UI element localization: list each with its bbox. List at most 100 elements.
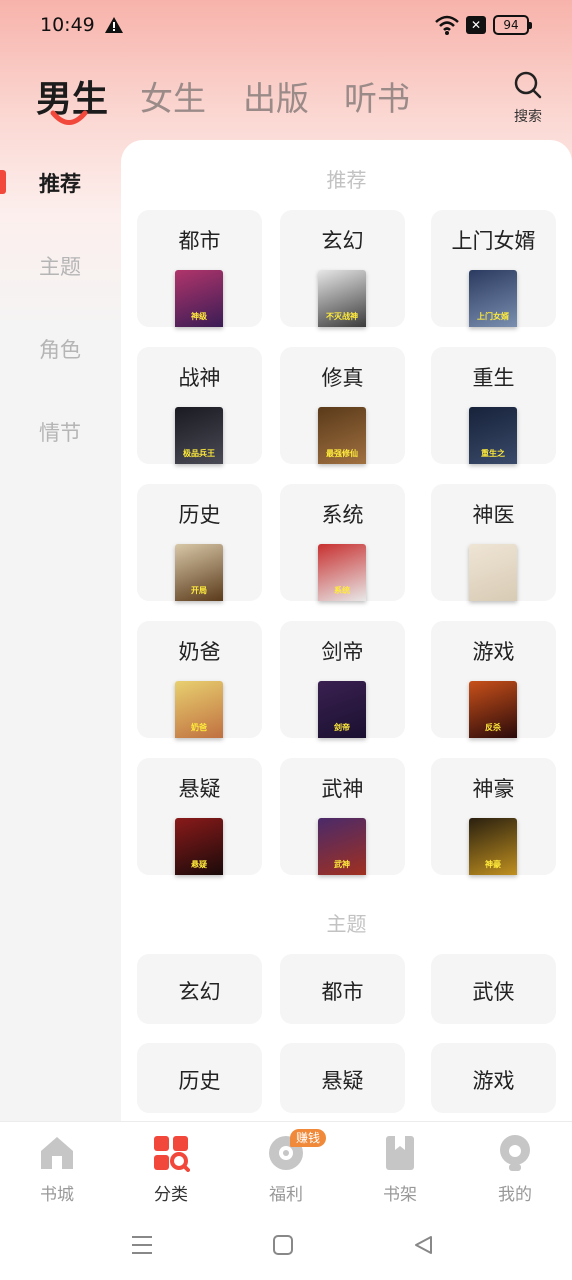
search-icon [514, 71, 542, 99]
book-cover-image: 上门女婿 [469, 270, 517, 327]
book-cover-title: 剑帝 [334, 723, 350, 732]
theme-label: 武侠 [472, 980, 515, 1004]
category-card[interactable]: 神医 [431, 484, 556, 601]
category-card[interactable]: 武神 武神 [280, 758, 405, 875]
category-label: 都市 [178, 229, 221, 253]
book-cover-image: 重生之 [469, 407, 517, 464]
sidebar-item-theme[interactable]: 主题 [0, 239, 120, 289]
bookshelf-icon [386, 1136, 414, 1170]
sidebar-item-recommend[interactable]: 推荐 [0, 156, 120, 206]
category-label: 重生 [472, 366, 515, 390]
tab-female[interactable]: 女生 [140, 72, 206, 120]
book-cover-title: 奶爸 [191, 723, 207, 732]
book-cover-title: 最强修仙 [326, 449, 358, 458]
category-label: 奶爸 [178, 640, 221, 664]
book-cover-title: 开局 [191, 586, 207, 595]
theme-card[interactable]: 武侠 [431, 954, 556, 1024]
back-icon[interactable] [412, 1234, 434, 1256]
book-cover-title: 系统 [334, 586, 350, 595]
category-label: 历史 [178, 503, 221, 527]
book-cover-image: 奶爸 [175, 681, 223, 738]
active-tab-smile-indicator [50, 110, 88, 125]
search-label: 搜索 [514, 109, 542, 125]
battery-icon: 94 [493, 15, 532, 35]
theme-card[interactable]: 历史 [137, 1043, 262, 1113]
theme-card[interactable]: 都市 [280, 954, 405, 1024]
category-panel: 推荐 都市 神级 玄幻 不灭战神 上门女婿 上门女婿 战神 极品兵王 修真 最强修仙 重生 重生之 历史… [121, 140, 572, 1130]
category-card[interactable]: 历史 开局 [137, 484, 262, 601]
tab-publish[interactable]: 出版 [243, 72, 309, 120]
menu-icon[interactable] [130, 1234, 154, 1256]
book-cover-image: 极品兵王 [175, 407, 223, 464]
book-cover-image: 神级 [175, 270, 223, 327]
theme-label: 游戏 [472, 1069, 515, 1093]
category-label: 神豪 [472, 777, 515, 801]
book-cover-image: 武神 [318, 818, 366, 875]
book-cover-title: 反杀 [485, 723, 501, 732]
profile-icon [500, 1135, 530, 1171]
nav-item-profile[interactable]: 我的 [475, 1134, 555, 1205]
book-cover-title: 极品兵王 [183, 449, 215, 458]
category-card[interactable]: 玄幻 不灭战神 [280, 210, 405, 327]
nav-label: 福利 [269, 1185, 303, 1205]
book-cover-title: 神级 [191, 312, 207, 321]
book-cover-title: 悬疑 [191, 860, 207, 869]
nav-label: 分类 [154, 1185, 188, 1205]
book-cover-title: 不灭战神 [326, 312, 358, 321]
section-title-theme: 主题 [326, 912, 367, 936]
wifi-icon [435, 15, 459, 35]
sidebar-active-marker [0, 170, 6, 194]
nav-label: 书架 [383, 1185, 417, 1205]
book-cover-title: 神豪 [485, 860, 501, 869]
nav-item-category[interactable]: 分类 [131, 1134, 211, 1205]
category-label: 修真 [321, 366, 364, 390]
theme-label: 历史 [178, 1069, 221, 1093]
search-button[interactable]: 搜索 [506, 70, 550, 126]
category-card[interactable]: 修真 最强修仙 [280, 347, 405, 464]
category-card[interactable]: 都市 神级 [137, 210, 262, 327]
sidebar-item-label: 角色 [39, 338, 81, 362]
home-square-icon[interactable] [272, 1234, 294, 1256]
category-card[interactable]: 剑帝 剑帝 [280, 621, 405, 738]
theme-card[interactable]: 悬疑 [280, 1043, 405, 1113]
status-time: 10:49 [40, 14, 95, 36]
warning-icon [105, 17, 123, 33]
welfare-badge: 赚钱 [290, 1129, 327, 1147]
sidebar-item-plot[interactable]: 情节 [0, 405, 120, 455]
book-cover-title: 武神 [334, 860, 350, 869]
book-cover-image: 神豪 [469, 818, 517, 875]
category-label: 神医 [472, 503, 515, 527]
bottom-navigation: 书城 分类 福利 赚钱 书架 我的 [0, 1121, 572, 1280]
category-label: 上门女婿 [451, 229, 536, 253]
sidebar-item-label: 情节 [39, 421, 81, 445]
theme-label: 玄幻 [178, 980, 221, 1004]
book-cover-image: 最强修仙 [318, 407, 366, 464]
status-bar: 10:49 ✕ 94 [0, 0, 572, 52]
category-label: 游戏 [472, 640, 515, 664]
book-cover-image: 悬疑 [175, 818, 223, 875]
tab-audiobook[interactable]: 听书 [344, 72, 410, 120]
theme-card[interactable]: 玄幻 [137, 954, 262, 1024]
category-card[interactable]: 系统 系统 [280, 484, 405, 601]
category-label: 武神 [321, 777, 364, 801]
sidebar-item-character[interactable]: 角色 [0, 322, 120, 372]
theme-label: 悬疑 [321, 1069, 364, 1093]
sidebar-item-label: 主题 [39, 255, 81, 279]
nav-item-bookstore[interactable]: 书城 [17, 1134, 97, 1205]
nav-item-bookshelf[interactable]: 书架 [360, 1134, 440, 1205]
category-card[interactable]: 奶爸 奶爸 [137, 621, 262, 738]
category-card[interactable]: 战神 极品兵王 [137, 347, 262, 464]
book-cover-image: 系统 [318, 544, 366, 601]
theme-card[interactable]: 游戏 [431, 1043, 556, 1113]
category-card[interactable]: 上门女婿 上门女婿 [431, 210, 556, 327]
category-card[interactable]: 悬疑 悬疑 [137, 758, 262, 875]
category-label: 剑帝 [321, 640, 364, 664]
nav-label: 书城 [40, 1185, 74, 1205]
book-cover-image: 开局 [175, 544, 223, 601]
category-label: 悬疑 [178, 777, 221, 801]
category-card[interactable]: 游戏 反杀 [431, 621, 556, 738]
category-card[interactable]: 重生 重生之 [431, 347, 556, 464]
home-icon [41, 1137, 73, 1169]
book-cover-image [469, 544, 517, 601]
category-card[interactable]: 神豪 神豪 [431, 758, 556, 875]
